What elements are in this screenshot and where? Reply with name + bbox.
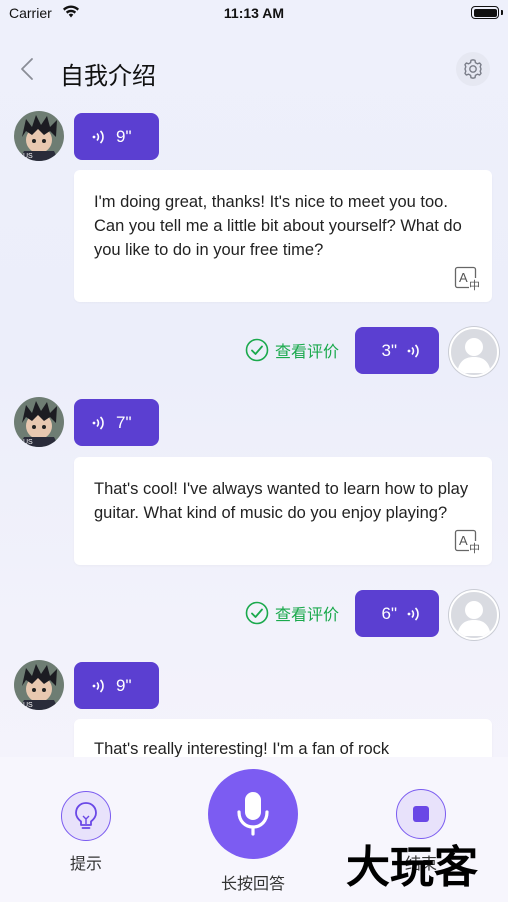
hold-to-answer-button[interactable] <box>208 769 298 859</box>
ai-message-card: That's cool! I've always wanted to learn… <box>74 457 492 565</box>
ai-avatar: US <box>14 660 64 710</box>
ai-message-card: I'm doing great, thanks! It's nice to me… <box>74 170 492 302</box>
hint-label: 提示 <box>69 854 102 873</box>
translate-icon[interactable]: A 中 <box>454 266 482 292</box>
stop-icon <box>413 806 429 822</box>
user-avatar <box>449 327 499 377</box>
end-button[interactable] <box>396 789 446 839</box>
page-title: 自我介绍 <box>60 62 156 90</box>
svg-text:中: 中 <box>469 279 480 292</box>
svg-text:中: 中 <box>469 542 480 555</box>
ai-message-text: That's cool! I've always wanted to learn… <box>94 480 469 522</box>
settings-gear-icon <box>464 59 482 79</box>
svg-text:A: A <box>459 270 468 285</box>
user-voice-bubble[interactable]: 6" <box>355 590 439 637</box>
nav-bar: 自我介绍 <box>0 44 508 94</box>
svg-text:US: US <box>23 153 33 160</box>
status-bar: Carrier 11:13 AM <box>0 0 508 26</box>
review-label: 查看评价 <box>275 342 340 361</box>
voice-duration: 7" <box>116 412 132 432</box>
microphone-icon <box>237 792 269 836</box>
review-link[interactable]: 查看评价 <box>245 601 339 625</box>
ai-voice-bubble[interactable]: 7" <box>74 399 159 446</box>
ai-voice-bubble[interactable]: 9" <box>74 113 159 160</box>
clock-time: 11:13 AM <box>223 5 285 21</box>
voice-wave-icon <box>92 129 104 144</box>
translate-icon[interactable]: A 中 <box>454 529 482 555</box>
voice-wave-icon <box>92 678 104 693</box>
voice-duration: 9" <box>116 675 132 695</box>
watermark-logo: 大玩客 <box>346 842 478 893</box>
voice-wave-icon <box>407 606 419 621</box>
hint-button[interactable] <box>61 791 111 841</box>
voice-duration: 3" <box>381 340 398 360</box>
back-chevron-icon[interactable] <box>14 54 40 84</box>
bottom-action-bar: 提示 长按回答 结束 大玩客 <box>0 757 508 902</box>
lightbulb-icon <box>75 802 97 829</box>
voice-duration: 6" <box>381 603 398 623</box>
battery-icon <box>471 6 503 19</box>
settings-button[interactable] <box>456 52 490 86</box>
ai-voice-bubble[interactable]: 9" <box>74 662 159 709</box>
review-label: 查看评价 <box>275 605 340 624</box>
check-circle-icon <box>245 601 269 625</box>
check-circle-icon <box>245 338 269 362</box>
svg-text:A: A <box>459 533 468 548</box>
voice-wave-icon <box>92 415 104 430</box>
voice-duration: 9" <box>116 126 132 146</box>
svg-text:US: US <box>23 439 33 446</box>
svg-text:US: US <box>23 702 33 709</box>
ai-message-text: I'm doing great, thanks! It's nice to me… <box>94 193 462 259</box>
user-avatar <box>449 590 499 640</box>
ai-avatar: US <box>14 397 64 447</box>
review-link[interactable]: 查看评价 <box>245 338 339 362</box>
user-voice-bubble[interactable]: 3" <box>355 327 439 374</box>
ai-avatar: US <box>14 111 64 161</box>
voice-wave-icon <box>407 343 419 358</box>
hold-to-answer-label: 长按回答 <box>220 874 285 893</box>
